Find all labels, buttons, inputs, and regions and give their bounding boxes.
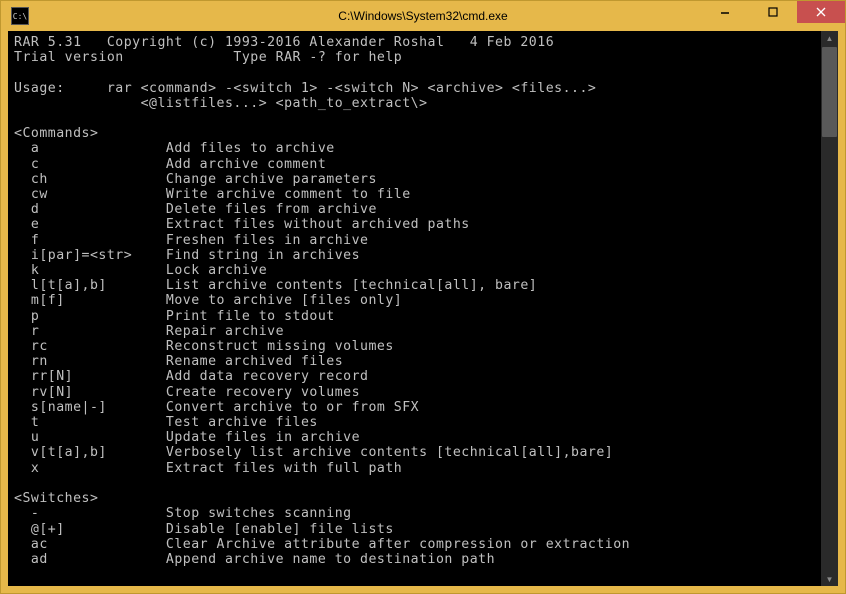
vertical-scrollbar[interactable]: ▲ ▼ [821,31,838,586]
cmd-icon: C:\ [11,7,29,25]
maximize-button[interactable] [749,1,797,23]
terminal-output[interactable]: RAR 5.31 Copyright (c) 1993-2016 Alexand… [8,31,821,586]
scrollbar-thumb[interactable] [822,47,837,137]
minimize-icon [720,7,730,17]
scroll-up-arrow[interactable]: ▲ [821,31,838,45]
cmd-window: C:\ C:\Windows\System32\cmd.exe RAR 5.31… [0,0,846,594]
terminal-area: RAR 5.31 Copyright (c) 1993-2016 Alexand… [8,31,838,586]
scroll-down-arrow[interactable]: ▼ [821,572,838,586]
close-button[interactable] [797,1,845,23]
titlebar[interactable]: C:\ C:\Windows\System32\cmd.exe [1,1,845,31]
close-icon [816,7,826,17]
window-controls [701,1,845,31]
minimize-button[interactable] [701,1,749,23]
maximize-icon [768,7,778,17]
